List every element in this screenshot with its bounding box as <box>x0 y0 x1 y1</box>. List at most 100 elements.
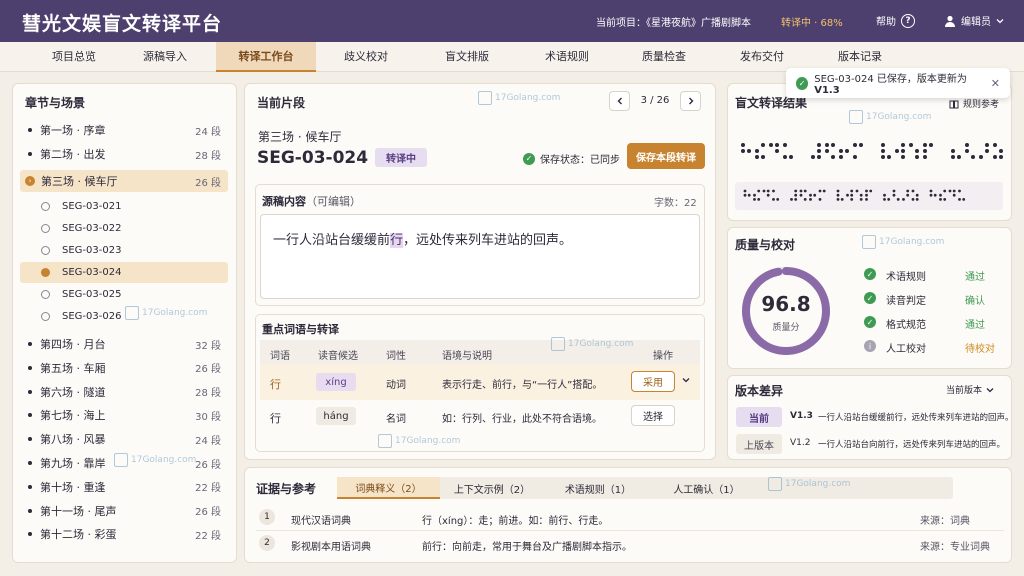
segment-item[interactable]: SEG-03-023 <box>20 240 228 261</box>
braille-dot <box>901 149 905 153</box>
braille-dot <box>839 149 843 153</box>
scene-item[interactable]: 第十场 · 重逢 22 段 <box>20 476 228 498</box>
scene-label: 第十二场 · 彩蛋 <box>40 528 117 542</box>
braille-dot <box>825 149 829 153</box>
nav-tab-1[interactable]: 源稿导入 <box>115 42 215 72</box>
braille-dot <box>853 143 857 147</box>
braille-dot <box>794 189 798 193</box>
evidence-tab[interactable]: 人工确认（1） <box>652 477 761 499</box>
braille-dot <box>799 193 803 197</box>
bullet-icon <box>28 437 32 442</box>
help-button[interactable]: 帮助 ? <box>876 13 915 28</box>
segment-panel-title: 当前片段 <box>257 96 306 110</box>
chevron-down-icon[interactable] <box>682 374 690 387</box>
scene-item[interactable]: 第六场 · 隧道 28 段 <box>20 381 228 403</box>
braille-dot <box>753 193 756 197</box>
nav-tab-3[interactable]: 歧义校对 <box>316 42 416 72</box>
prev-segment-button[interactable] <box>609 91 630 111</box>
next-segment-button[interactable] <box>680 91 701 111</box>
help-label: 帮助 <box>876 17 896 28</box>
braille-dot <box>794 193 798 197</box>
nav-tab-6[interactable]: 质量检查 <box>614 42 714 72</box>
braille-dot <box>865 193 868 197</box>
watermark-text: 17Golang.com <box>142 308 208 318</box>
watermark-text: 17Golang.com <box>866 112 932 122</box>
top-bar: 彗光文娱盲文转译平台 当前项目：《星港夜航》广播剧脚本 转译中 · 68% 帮助… <box>0 0 1024 42</box>
save-segment-button[interactable]: 保存本段转译 <box>627 143 705 169</box>
watermark-logo-icon <box>114 453 128 467</box>
term-action-button[interactable]: 采用 <box>631 371 675 392</box>
braille-dot <box>896 198 900 201</box>
braille-dot <box>979 155 983 159</box>
scene-item[interactable]: 第十一场 · 尾声 26 段 <box>20 500 228 522</box>
version-tag: 上版本 <box>736 434 782 454</box>
braille-dot <box>822 189 826 193</box>
segment-item[interactable]: SEG-03-025 <box>20 284 228 305</box>
segment-id: SEG-03-024 <box>257 148 369 168</box>
highlighted-word[interactable]: 行 <box>390 233 404 248</box>
term-pos: 动词 <box>386 380 406 391</box>
watermark: 17Golang.com <box>378 434 460 448</box>
braille-dot <box>951 149 955 153</box>
close-icon[interactable]: ✕ <box>991 77 1000 90</box>
braille-dot <box>840 198 844 201</box>
evidence-tab[interactable]: 上下文示例（2） <box>440 477 544 499</box>
scene-label: 第一场 · 序章 <box>40 124 106 137</box>
braille-dot <box>869 189 873 193</box>
scene-item[interactable]: 第十二场 · 彩蛋 22 段 <box>20 523 228 545</box>
diff-title: 版本差异 <box>735 384 784 398</box>
scene-item[interactable]: 第五场 · 车厢 26 段 <box>20 357 228 379</box>
braille-dot <box>923 143 927 147</box>
rules-reference-link[interactable]: 规则参考 <box>949 97 999 110</box>
segment-item[interactable]: SEG-03-024 <box>20 262 228 283</box>
toast-text: SEG-03-024 已保存，版本更新为 <box>814 74 967 85</box>
braille-dot <box>915 198 919 201</box>
braille-dot <box>892 193 896 197</box>
scene-item[interactable]: 第八场 · 风暴 24 段 <box>20 428 228 450</box>
segment-label: SEG-03-023 <box>62 245 122 256</box>
braille-dot <box>825 143 829 147</box>
scene-item[interactable]: 第二场 · 出发 28 段 <box>20 143 228 165</box>
braille-dot <box>747 149 751 153</box>
scene-label: 第三场 · 候车厅 <box>41 175 118 188</box>
toast-version: V1.3 <box>814 85 840 96</box>
bullet-icon <box>28 508 32 513</box>
help-icon: ? <box>901 13 915 28</box>
nav-tab-2[interactable]: 转译工作台 <box>216 42 316 72</box>
braille-dot <box>853 155 857 159</box>
nav-tab-0[interactable]: 项目总览 <box>24 42 124 72</box>
braille-dot <box>818 189 822 193</box>
braille-dot <box>962 198 966 201</box>
source-editor[interactable]: 一行人沿站台缓缓前行，远处传来列车进站的回声。 <box>260 214 700 299</box>
scene-item[interactable]: 第七场 · 海上 30 段 <box>20 404 228 426</box>
nav-tab-5[interactable]: 术语规则 <box>517 42 617 72</box>
bullet-icon <box>28 342 32 346</box>
scene-label: 第四场 · 月台 <box>40 338 106 351</box>
term-action-button[interactable]: 选择 <box>631 405 675 426</box>
check-result: 确认 <box>965 296 985 307</box>
braille-dot <box>747 193 751 197</box>
braille-dot <box>850 198 854 201</box>
pinyin-chip[interactable]: xíng <box>316 373 356 391</box>
user-menu[interactable]: 编辑员 <box>944 13 1004 28</box>
check-label: 术语规则 <box>886 272 926 283</box>
evidence-tab[interactable]: 词典释义（2） <box>337 477 440 499</box>
scene-count: 32 段 <box>195 340 221 352</box>
segment-item[interactable]: SEG-03-022 <box>20 218 228 239</box>
watermark-logo-icon <box>849 110 863 124</box>
check-result: 通过 <box>965 272 985 283</box>
braille-dot <box>993 143 997 147</box>
segment-item[interactable]: SEG-03-021 <box>20 196 228 217</box>
nav-tab-4[interactable]: 盲文排版 <box>417 42 517 72</box>
scene-item[interactable]: › 第三场 · 候车厅 26 段 <box>20 170 228 192</box>
scene-item[interactable]: 第四场 · 月台 32 段 <box>20 333 228 355</box>
pinyin-chip[interactable]: háng <box>316 407 356 425</box>
terms-header-cell: 操作 <box>653 351 673 362</box>
scene-item[interactable]: 第一场 · 序章 24 段 <box>20 119 228 141</box>
book-icon <box>949 100 959 108</box>
braille-dot <box>753 198 756 201</box>
version-select[interactable]: 当前版本 <box>946 383 994 396</box>
current-project: 当前项目：《星港夜航》广播剧脚本 <box>596 18 751 29</box>
evidence-tab[interactable]: 术语规则（1） <box>544 477 652 499</box>
braille-dot <box>859 143 863 147</box>
